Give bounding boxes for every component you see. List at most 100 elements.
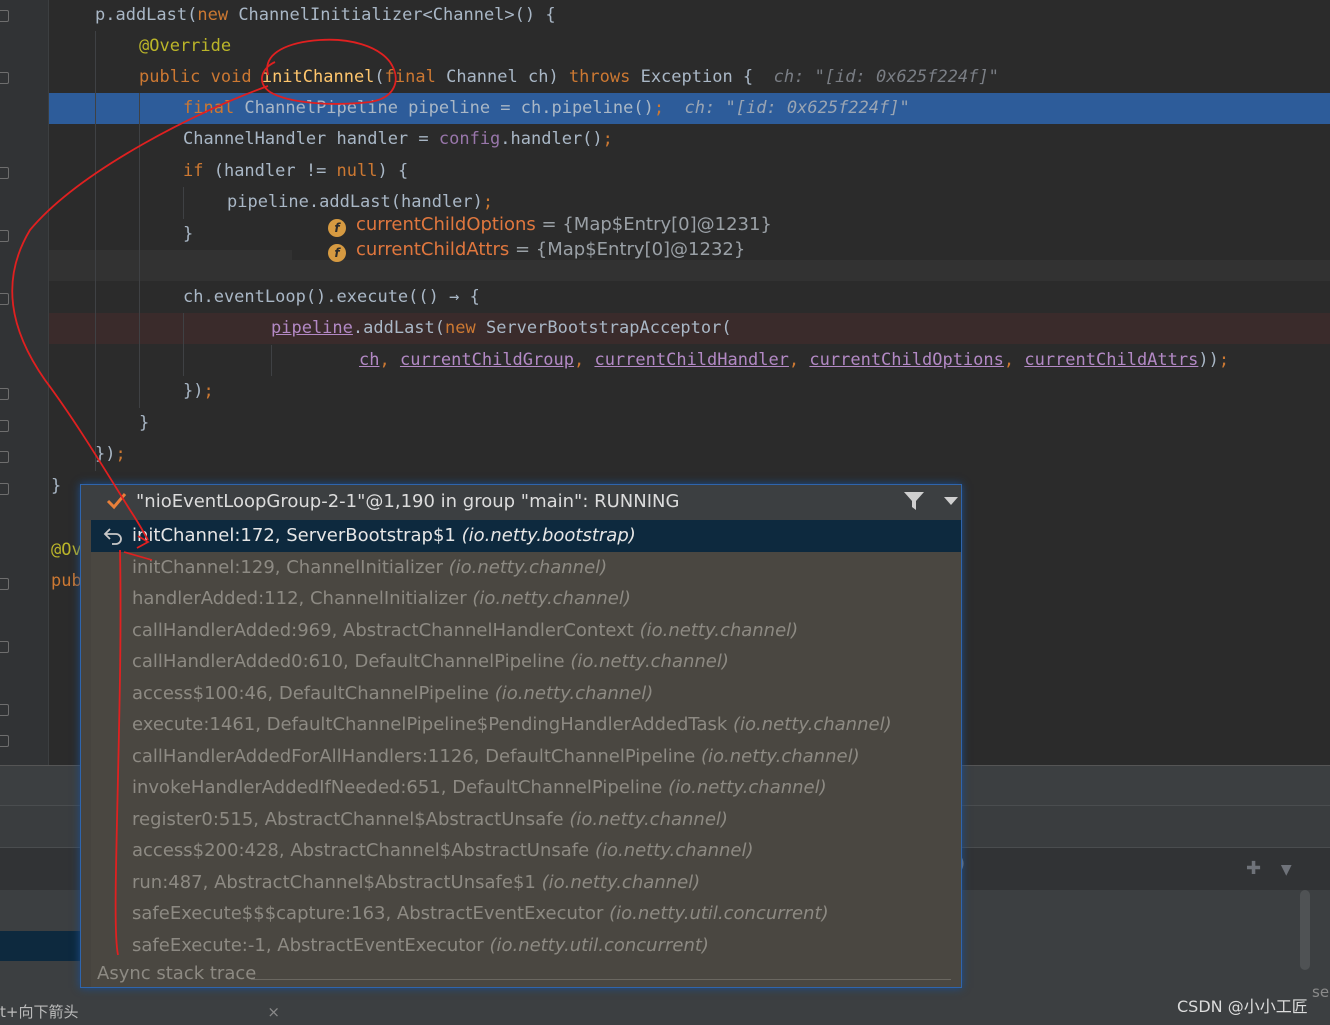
stack-frames-list[interactable]: initChannel:172, ServerBootstrap$1 (io.n… — [91, 520, 961, 961]
variable-name: currentChildAttrs — [356, 239, 510, 260]
code-token: currentChildHandler — [594, 350, 789, 370]
selected-frame-row[interactable] — [0, 931, 82, 961]
fold-icon[interactable] — [0, 420, 9, 432]
frame-method: callHandlerAddedForAllHandlers:1126, Def… — [132, 745, 696, 767]
frame-method: invokeHandlerAddedIfNeeded:651, DefaultC… — [132, 777, 663, 798]
frame-method: safeExecute$$$capture:163, AbstractEvent… — [132, 903, 604, 924]
close-icon[interactable]: × — [267, 1000, 280, 1025]
code-token: final — [384, 67, 447, 87]
code-line[interactable]: ch.eventLoop().execute(() → { — [49, 282, 1330, 313]
frame-package: (io.netty.channel) — [570, 651, 729, 672]
code-token: new — [445, 318, 486, 338]
stack-frame[interactable]: initChannel:129, ChannelInitializer (io.… — [91, 552, 961, 584]
frame-method: access$200:428, AbstractChannel$Abstract… — [132, 840, 590, 861]
partial-text: se — [1312, 983, 1330, 1001]
code-line[interactable]: pipeline.addLast(new ServerBootstrapAcce… — [49, 313, 1330, 344]
fold-icon[interactable] — [0, 641, 9, 653]
code-line[interactable]: }); — [49, 439, 1330, 470]
fold-icon[interactable] — [0, 735, 9, 747]
code-token: throws — [568, 67, 641, 87]
indent-guide — [271, 345, 272, 376]
thread-title: "nioEventLoopGroup-2-1"@1,190 in group "… — [136, 491, 680, 512]
fold-icon[interactable] — [0, 10, 9, 22]
code-token: @Ov — [51, 540, 82, 560]
code-token: , — [379, 350, 400, 370]
code-token: ch.eventLoop().execute(() → { — [183, 287, 480, 307]
field-icon: f — [328, 219, 346, 237]
variable-row[interactable]: f currentChildOptions = {Map$Entry[0]@123… — [328, 214, 772, 237]
chevron-down-icon[interactable]: ▼ — [1281, 862, 1292, 878]
variables-panel: f currentChildOptions = {Map$Entry[0]@123… — [292, 214, 1330, 262]
code-token: ; — [115, 444, 126, 464]
indent-guide — [183, 313, 184, 376]
watermark: CSDN @小小工匠 — [1177, 997, 1308, 1016]
current-execution-line[interactable]: final ChannelPipeline pipeline = ch.pipe… — [49, 93, 1330, 124]
frame-package: (io.netty.channel) — [733, 714, 892, 735]
code-token: pipeline — [271, 318, 353, 338]
stack-frame[interactable]: invokeHandlerAddedIfNeeded:651, DefaultC… — [91, 772, 961, 804]
stack-frame[interactable]: safeExecute:-1, AbstractEventExecutor (i… — [91, 930, 961, 962]
stack-frame[interactable]: execute:1461, DefaultChannelPipeline$Pen… — [91, 709, 961, 741]
fold-icon[interactable] — [0, 167, 9, 179]
stack-frame[interactable]: callHandlerAddedForAllHandlers:1126, Def… — [91, 741, 961, 773]
code-text: @Ov — [51, 535, 82, 566]
stack-frame[interactable]: access$200:428, AbstractChannel$Abstract… — [91, 835, 961, 867]
code-text: p.addLast(new ChannelInitializer<Channel… — [95, 0, 556, 31]
code-line[interactable]: @Override — [49, 31, 1330, 62]
code-token: }) — [183, 381, 204, 401]
code-token: }) — [95, 444, 116, 464]
code-token: )) — [1198, 350, 1219, 370]
code-line[interactable]: if (handler != null) { — [49, 156, 1330, 187]
fold-icon[interactable] — [0, 704, 9, 716]
stack-frame[interactable]: register0:515, AbstractChannel$AbstractU… — [91, 804, 961, 836]
variable-row[interactable]: f currentChildAttrs = {Map$Entry[0]@1232} — [328, 239, 745, 262]
indent-guide — [183, 187, 184, 219]
code-token: .handler() — [500, 129, 603, 149]
code-token: Channel ch) — [446, 67, 569, 87]
code-token: ; — [482, 192, 494, 212]
stack-frame[interactable]: callHandlerAdded:969, AbstractChannelHan… — [91, 615, 961, 647]
code-text: pub — [51, 566, 82, 597]
filter-icon[interactable] — [903, 491, 925, 511]
stack-frame-selected[interactable]: initChannel:172, ServerBootstrap$1 (io.n… — [91, 520, 961, 552]
popup-left-strip — [81, 520, 91, 987]
code-token: ; — [203, 381, 214, 401]
code-text: pipeline.addLast(new ServerBootstrapAcce… — [271, 313, 732, 344]
code-token: ; — [602, 129, 613, 149]
fold-icon[interactable] — [0, 72, 9, 84]
fold-icon[interactable] — [0, 451, 9, 463]
async-separator — [251, 979, 951, 980]
frame-method: access$100:46, DefaultChannelPipeline — [132, 682, 489, 704]
code-line[interactable]: public void initChannel(final Channel ch… — [49, 62, 1330, 93]
fold-icon[interactable] — [0, 578, 9, 590]
variable-name: currentChildOptions — [356, 214, 536, 235]
code-line[interactable]: p.addLast(new ChannelInitializer<Channel… — [49, 0, 1330, 31]
code-token: initChannel — [261, 67, 375, 87]
frame-package: (io.netty.channel) — [594, 840, 754, 861]
code-line[interactable]: ChannelHandler handler = config.handler(… — [49, 124, 1330, 155]
stack-frame[interactable]: access$100:46, DefaultChannelPipeline (i… — [91, 678, 961, 710]
code-token: , — [573, 350, 595, 370]
chevron-down-icon[interactable] — [943, 496, 959, 506]
frames-popup[interactable]: "nioEventLoopGroup-2-1"@1,190 in group "… — [80, 484, 962, 988]
stack-frame[interactable]: safeExecute$$$capture:163, AbstractEvent… — [91, 898, 961, 930]
fold-icon[interactable] — [0, 230, 9, 242]
stack-frame[interactable]: callHandlerAdded0:610, DefaultChannelPip… — [91, 646, 961, 678]
stack-frame[interactable]: handlerAdded:112, ChannelInitializer (io… — [91, 583, 961, 615]
fold-icon[interactable] — [0, 483, 9, 495]
code-line[interactable]: ch, currentChildGroup, currentChildHandl… — [49, 345, 1330, 376]
code-text: ChannelHandler handler = config.handler(… — [183, 124, 613, 155]
stack-frame[interactable]: run:487, AbstractChannel$AbstractUnsafe$… — [91, 867, 961, 899]
check-icon — [106, 493, 127, 510]
code-token: ChannelPipeline pipeline = ch.pipeline() — [244, 98, 654, 118]
code-token: } — [139, 413, 150, 433]
code-line[interactable]: }); — [49, 376, 1330, 407]
variables-scrollbar[interactable] — [1300, 890, 1310, 970]
fold-icon[interactable] — [0, 293, 9, 305]
fold-icon[interactable] — [0, 388, 9, 400]
code-token: currentChildGroup — [399, 350, 574, 370]
code-line[interactable]: } — [49, 408, 1330, 439]
frame-package: (io.netty.channel) — [448, 556, 608, 578]
code-token: public void — [139, 67, 262, 87]
add-watch-icon[interactable]: ✚ — [1246, 858, 1261, 879]
